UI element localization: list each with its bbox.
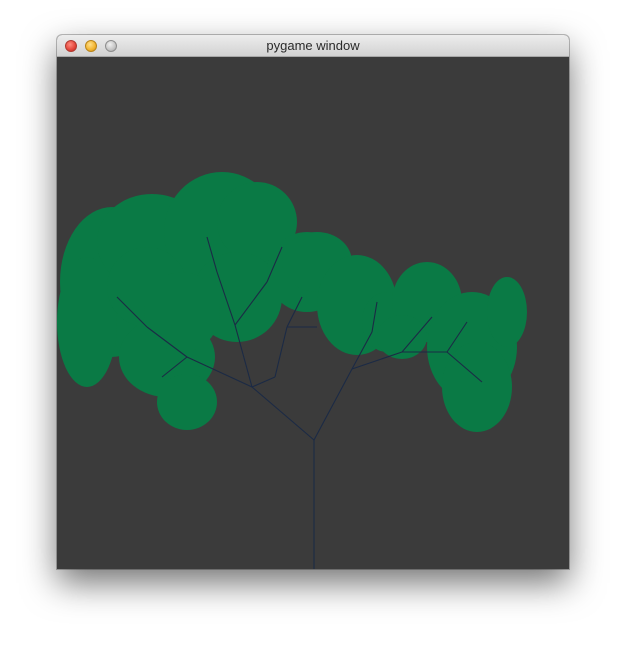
window-title: pygame window bbox=[266, 38, 360, 53]
fractal-tree-drawing bbox=[57, 57, 569, 569]
game-canvas[interactable] bbox=[57, 57, 569, 569]
app-window: pygame window bbox=[57, 35, 569, 569]
title-bar[interactable]: pygame window bbox=[57, 35, 569, 57]
